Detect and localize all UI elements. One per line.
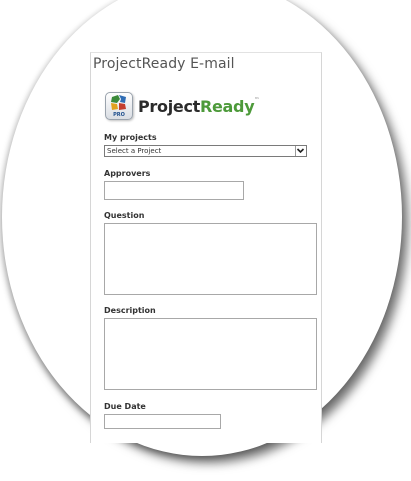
due-date-input[interactable] [104,414,221,429]
my-projects-label: My projects [104,133,157,142]
description-label: Description [104,306,156,315]
logo-badge-icon: PRO [105,92,133,120]
puzzle-icon [111,95,126,110]
description-textarea[interactable] [104,318,317,390]
logo-badge-text: PRO [113,112,125,118]
logo-project-text: Project [138,96,200,116]
due-date-label: Due Date [104,402,146,411]
logo-tm: ™ [254,96,260,103]
question-label: Question [104,211,145,220]
chevron-down-icon[interactable] [295,146,305,156]
logo-ready-text: Ready [199,96,255,116]
approvers-input[interactable] [104,181,244,200]
form-title: ProjectReady E-mail [93,56,235,72]
projectready-logo: PRO ProjectReady™ [105,89,259,123]
email-form-panel: ProjectReady E-mail PRO ProjectReady™ My… [90,52,322,443]
project-select[interactable]: Select a Project [104,145,307,157]
project-select-value: Select a Project [107,147,162,155]
question-textarea[interactable] [104,223,317,295]
approvers-label: Approvers [104,169,151,178]
logo-wordmark: ProjectReady™ [138,97,259,116]
screenshot-stage: ProjectReady E-mail PRO ProjectReady™ My… [0,0,411,481]
